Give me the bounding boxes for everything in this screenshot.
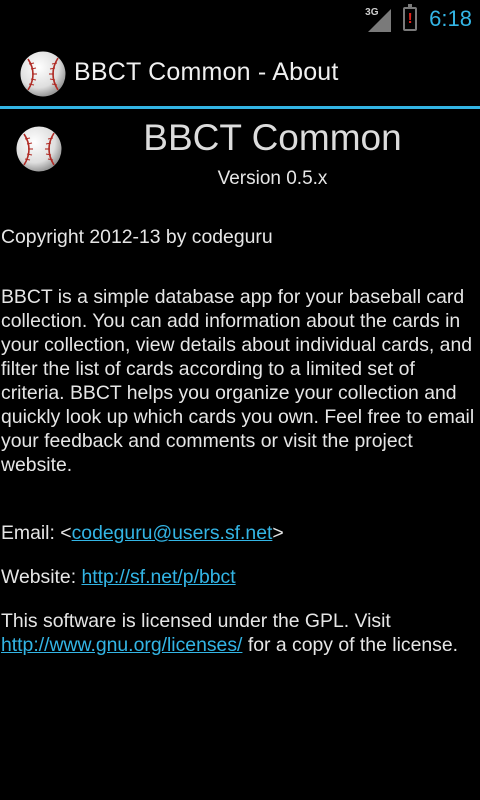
- status-icons: 3G ! 6:18: [365, 0, 472, 38]
- website-line: Website: http://sf.net/p/bbct: [1, 565, 477, 589]
- status-bar: 3G ! 6:18: [0, 0, 480, 38]
- app-home-button[interactable]: [19, 50, 67, 103]
- app-name-heading: BBCT Common: [143, 117, 402, 158]
- status-clock: 6:18: [429, 6, 472, 31]
- baseball-icon: [20, 51, 66, 97]
- website-link[interactable]: http://sf.net/p/bbct: [81, 566, 235, 588]
- website-prefix: Website:: [1, 566, 82, 588]
- license-link[interactable]: http://www.gnu.org/licenses/: [1, 634, 242, 656]
- description-text: BBCT is a simple database app for your b…: [1, 286, 475, 476]
- action-bar-title: BBCT Common - About: [74, 58, 339, 86]
- network-type-label: 3G: [365, 7, 379, 18]
- signal-icon: 3G: [365, 5, 393, 33]
- license-text-after: for a copy of the license.: [242, 634, 459, 656]
- version-label: Version 0.5.x: [217, 168, 328, 189]
- email-line: Email: <codeguru@users.sf.net>: [1, 521, 477, 545]
- action-bar: BBCT Common - About: [0, 38, 480, 108]
- license-text-before: This software is licensed under the GPL.…: [1, 610, 391, 632]
- email-prefix: Email: <: [1, 522, 72, 544]
- battery-icon: !: [403, 4, 418, 31]
- copyright-text: Copyright 2012-13 by codeguru: [1, 226, 273, 248]
- email-link[interactable]: codeguru@users.sf.net: [72, 522, 273, 544]
- email-suffix: >: [272, 522, 284, 544]
- license-text: This software is licensed under the GPL.…: [1, 609, 477, 657]
- action-bar-divider: [0, 106, 480, 109]
- battery-alert-mark: !: [407, 10, 413, 27]
